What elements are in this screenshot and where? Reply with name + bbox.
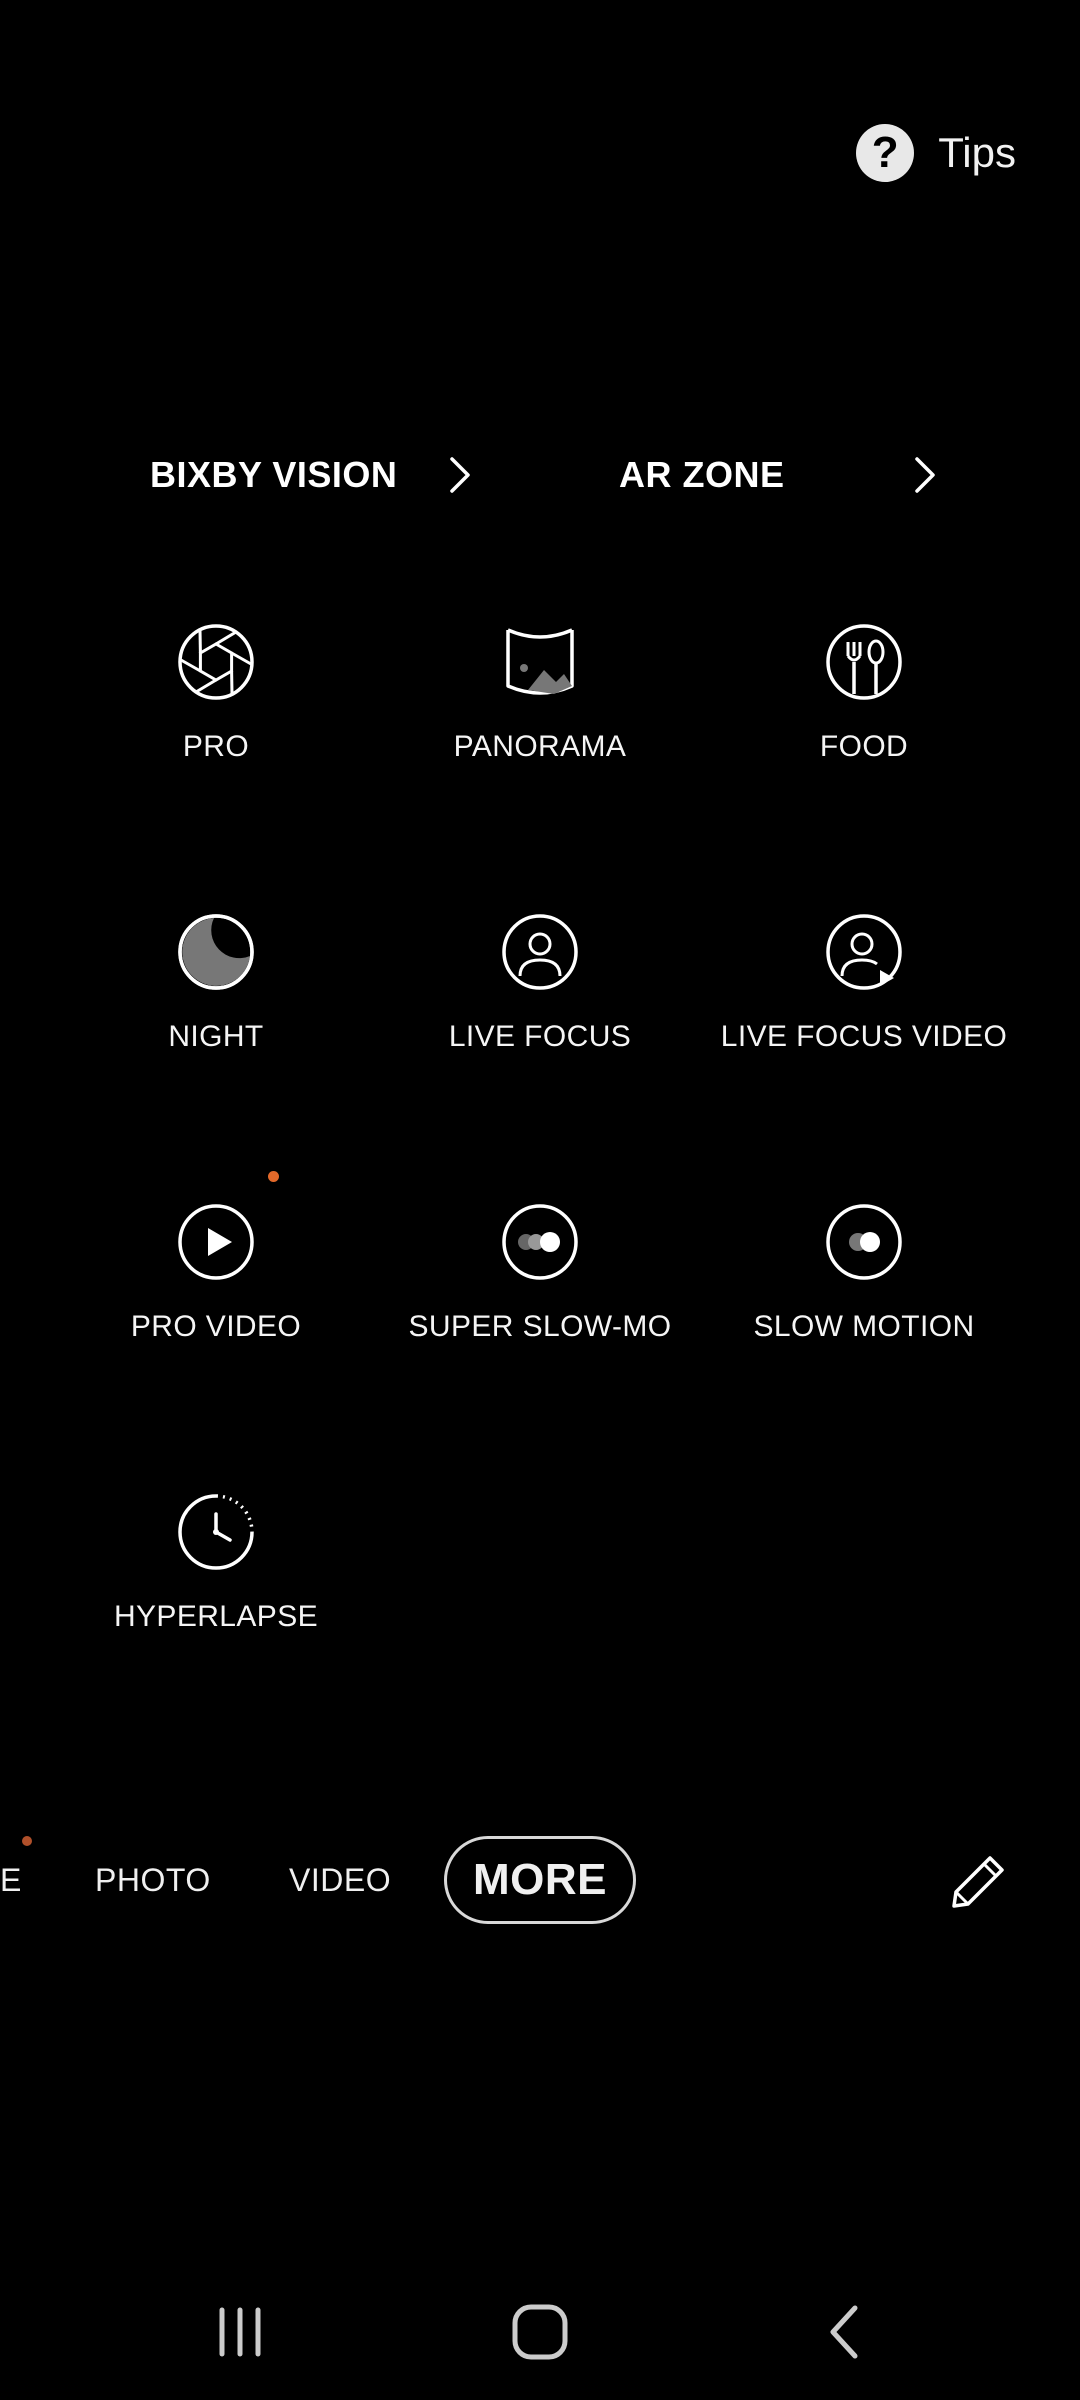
mode-tab-label: E xyxy=(0,1861,22,1898)
ar-zone-shortcut[interactable]: AR ZONE xyxy=(619,440,939,510)
person-icon xyxy=(498,910,582,994)
aperture-icon xyxy=(174,620,258,704)
mode-tab-video[interactable]: VIDEO xyxy=(289,1836,391,1924)
mode-label: LIVE FOCUS VIDEO xyxy=(720,1020,1008,1053)
mode-food[interactable]: FOOD xyxy=(702,620,1026,764)
pencil-icon[interactable] xyxy=(946,1850,1010,1914)
person-video-icon xyxy=(822,910,906,994)
mode-pro[interactable]: PRO xyxy=(54,620,378,764)
mode-label: PRO VIDEO xyxy=(130,1310,302,1343)
timer-clock-icon xyxy=(174,1490,258,1574)
tips-label: Tips xyxy=(938,129,1016,176)
mode-label: NIGHT xyxy=(168,1020,264,1053)
mode-pro-video[interactable]: PRO VIDEO xyxy=(54,1171,378,1344)
mode-label: SUPER SLOW-MO xyxy=(408,1310,672,1343)
bixby-vision-label: BIXBY VISION xyxy=(150,454,398,495)
tips-button[interactable]: ? Tips xyxy=(856,120,1016,186)
mode-tab-photo[interactable]: PHOTO xyxy=(95,1836,211,1924)
mode-slow-motion[interactable]: SLOW MOTION xyxy=(702,1200,1026,1344)
bixby-vision-shortcut[interactable]: BIXBY VISION xyxy=(150,440,470,510)
mode-label: PRO xyxy=(182,730,250,763)
back-icon[interactable] xyxy=(815,2302,875,2362)
camera-mode-bar: E PHOTO VIDEO MORE xyxy=(0,1836,1080,1924)
mode-tab-partial[interactable]: E xyxy=(0,1836,22,1924)
mode-label: PANORAMA xyxy=(453,730,627,763)
home-icon[interactable] xyxy=(510,2302,570,2362)
shortcut-row: BIXBY VISION AR ZONE xyxy=(0,440,1080,510)
mode-label: SLOW MOTION xyxy=(753,1310,975,1343)
new-badge-dot xyxy=(22,1836,32,1846)
mode-label: LIVE FOCUS xyxy=(448,1020,632,1053)
mode-tab-label: MORE xyxy=(473,1855,607,1904)
mode-night[interactable]: NIGHT xyxy=(54,910,378,1054)
slow-motion-icon xyxy=(822,1200,906,1284)
recents-icon[interactable] xyxy=(210,2302,270,2362)
super-slow-icon xyxy=(498,1200,582,1284)
moon-icon xyxy=(174,910,258,994)
chevron-right-icon xyxy=(450,457,470,493)
mode-super-slow-mo[interactable]: SUPER SLOW-MO xyxy=(378,1200,702,1344)
mode-live-focus[interactable]: LIVE FOCUS xyxy=(378,910,702,1054)
mode-tab-label: VIDEO xyxy=(289,1861,392,1898)
mode-live-focus-video[interactable]: LIVE FOCUS VIDEO xyxy=(702,910,1026,1054)
mode-tab-label: PHOTO xyxy=(95,1861,211,1898)
play-icon xyxy=(174,1200,258,1284)
chevron-right-icon xyxy=(915,457,935,493)
panorama-icon xyxy=(498,620,582,704)
mode-label: HYPERLAPSE xyxy=(113,1600,319,1633)
system-navigation-bar xyxy=(0,2292,1080,2372)
mode-hyperlapse[interactable]: HYPERLAPSE xyxy=(54,1490,378,1634)
fork-spoon-icon xyxy=(822,620,906,704)
new-badge-dot xyxy=(268,1171,279,1182)
ar-zone-label: AR ZONE xyxy=(619,454,785,495)
mode-label: FOOD xyxy=(819,730,909,763)
question-icon: ? xyxy=(856,124,915,182)
mode-panorama[interactable]: PANORAMA xyxy=(378,620,702,764)
mode-tab-more[interactable]: MORE xyxy=(444,1836,636,1924)
